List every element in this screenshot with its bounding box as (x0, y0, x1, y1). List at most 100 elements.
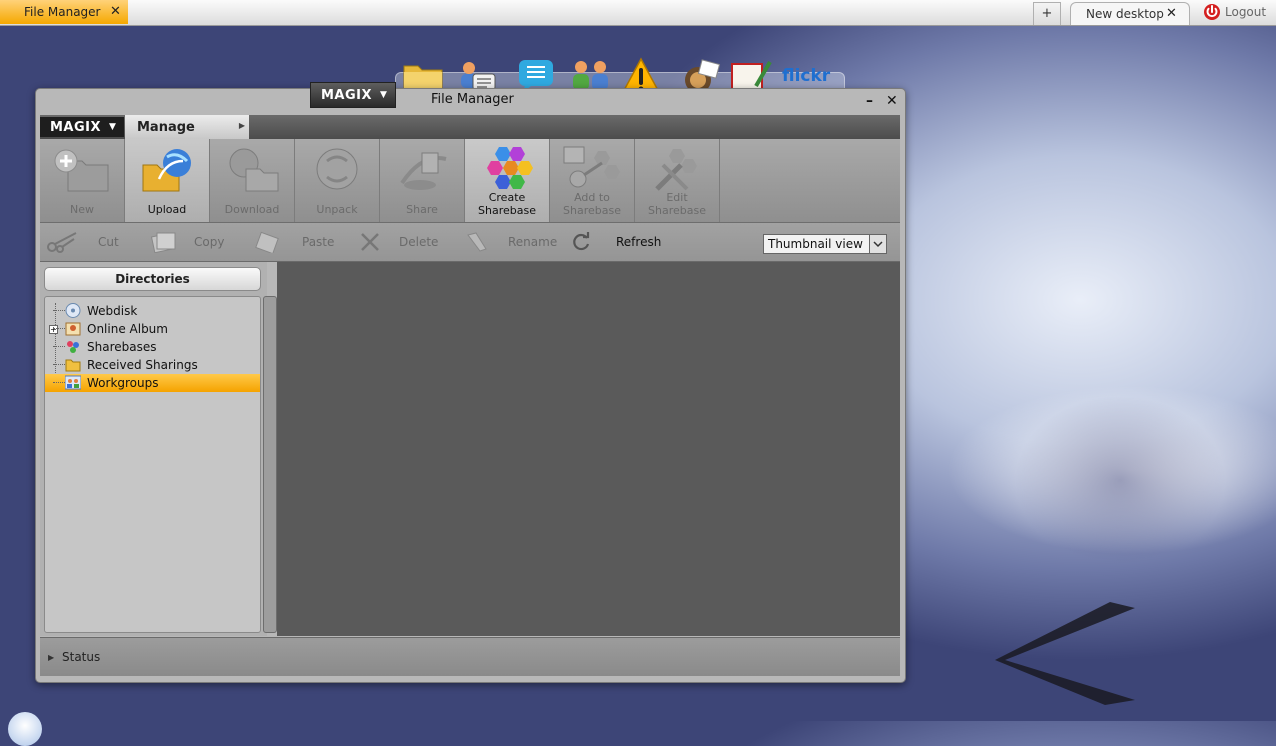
new-button[interactable]: New (40, 139, 125, 222)
cut-button[interactable]: Cut (46, 231, 119, 253)
directories-header[interactable]: Directories (44, 267, 261, 291)
tree-item-label: Sharebases (87, 340, 157, 354)
tab-desktop-close-icon[interactable]: ✕ (1166, 6, 1177, 21)
upload-button[interactable]: Upload (125, 139, 210, 222)
wallpaper-chevron (995, 602, 1135, 705)
new-folder-icon (54, 149, 109, 192)
new-tab-button[interactable]: + (1033, 2, 1061, 25)
tree-item-online-album[interactable]: + Online Album (45, 320, 260, 338)
tree-item-label: Online Album (87, 322, 168, 336)
ribbon: New Upload Download Unpack Share Create … (40, 139, 900, 223)
new-label: New (70, 203, 94, 216)
delete-label: Delete (399, 235, 439, 249)
tab-new-desktop-label: New desktop (1086, 7, 1164, 21)
paste-label: Paste (302, 235, 335, 249)
upload-label: Upload (147, 203, 187, 216)
copy-label: Copy (194, 235, 225, 249)
edit-sharebase-label-1: Edit (666, 191, 688, 204)
delete-x-icon (361, 233, 379, 251)
rename-button[interactable]: Rename (464, 231, 557, 253)
album-icon (65, 322, 81, 336)
edit-sharebase-label-2: Sharebase (648, 204, 706, 217)
sharebases-icon (67, 341, 79, 353)
magix-menu-logo: MAGIX (50, 119, 102, 135)
expand-icon[interactable]: + (49, 325, 58, 334)
chevron-down-icon[interactable] (869, 235, 886, 253)
tree-item-sharebases[interactable]: Sharebases (45, 338, 260, 356)
create-sharebase-label-1: Create (488, 191, 526, 204)
directory-tree: Webdisk + Online Album Sharebases Receiv… (44, 296, 261, 633)
chevron-down-icon: ▼ (380, 90, 387, 100)
menu-bar: MAGIX ▼ Manage ▶ (40, 115, 900, 139)
flickr-label: flickr (782, 66, 831, 86)
edit-toolbar: Cut Copy Paste Delete Rename Refresh Thu… (40, 223, 900, 262)
tab-new-desktop[interactable]: New desktop ✕ (1070, 2, 1190, 25)
add-to-sharebase-label-1: Add to (574, 191, 610, 204)
webdisk-icon (65, 303, 81, 318)
unpack-button[interactable]: Unpack (295, 139, 380, 222)
file-list-area[interactable] (277, 262, 900, 636)
manage-menu-label: Manage (137, 119, 195, 135)
tree-item-label: Received Sharings (87, 358, 198, 372)
create-sharebase-label-2: Sharebase (478, 204, 536, 217)
window-title: File Manager (431, 92, 514, 107)
upload-icon (142, 149, 191, 192)
workgroups-icon (65, 375, 81, 390)
window-brand-menu[interactable]: MAGIX ▼ (310, 82, 396, 108)
tree-connector (53, 382, 65, 383)
chevron-right-icon: ▶ (48, 653, 55, 662)
tab-close-icon[interactable]: ✕ (110, 4, 121, 19)
magix-logo: MAGIX (321, 87, 373, 103)
delete-button[interactable]: Delete (358, 231, 438, 253)
view-mode-select[interactable]: Thumbnail view (763, 234, 887, 254)
status-label: Status (62, 650, 101, 664)
tab-file-manager[interactable]: File Manager ✕ (0, 0, 128, 24)
copy-button[interactable]: Copy (149, 231, 224, 253)
sharebase-hexagons-icon (487, 147, 533, 189)
manage-menu[interactable]: Manage ▶ (125, 115, 249, 139)
paste-button[interactable]: Paste (254, 231, 334, 253)
unpack-icon (316, 148, 358, 190)
edit-sharebase-icon (655, 149, 697, 191)
desktop-wallpaper-tree (960, 330, 1276, 590)
tree-connector (53, 328, 65, 329)
chevron-right-icon: ▶ (238, 121, 245, 130)
tree-item-received-sharings[interactable]: Received Sharings (45, 356, 260, 374)
share-button[interactable]: Share (380, 139, 465, 222)
power-icon (1204, 4, 1220, 20)
paste-icon (255, 231, 279, 253)
view-mode-value: Thumbnail view (768, 237, 863, 251)
tree-item-webdisk[interactable]: Webdisk (45, 302, 260, 320)
folder-icon (65, 359, 81, 372)
share-icon (400, 152, 447, 190)
tree-item-workgroups[interactable]: Workgroups (45, 374, 260, 392)
refresh-button[interactable]: Refresh (570, 231, 661, 253)
download-label: Download (224, 203, 280, 216)
cut-label: Cut (98, 235, 119, 249)
tree-connector (53, 346, 65, 347)
window-close-button[interactable]: ✕ (886, 93, 898, 109)
add-to-sharebase-icon (563, 146, 620, 188)
logout-label: Logout (1225, 5, 1267, 19)
unpack-label: Unpack (316, 203, 358, 216)
download-icon (229, 148, 279, 192)
tree-item-label: Webdisk (87, 304, 138, 318)
status-bar[interactable]: ▶ Status (40, 637, 900, 676)
refresh-label: Refresh (616, 235, 662, 249)
minimize-button[interactable]: – (866, 93, 873, 109)
edit-sharebase-button[interactable]: Edit Sharebase (635, 139, 720, 222)
tree-connector (53, 364, 65, 365)
refresh-icon (573, 232, 590, 251)
panel-splitter[interactable] (263, 296, 277, 633)
create-sharebase-button[interactable]: Create Sharebase (465, 139, 550, 222)
copy-icon (150, 232, 176, 253)
start-orb-icon[interactable] (8, 712, 42, 746)
rename-icon (467, 232, 487, 252)
scissors-icon (47, 232, 77, 253)
download-button[interactable]: Download (210, 139, 295, 222)
add-to-sharebase-button[interactable]: Add to Sharebase (550, 139, 635, 222)
share-label: Share (406, 203, 438, 216)
tree-item-label: Workgroups (87, 376, 159, 390)
logout-button[interactable]: Logout (1203, 3, 1266, 21)
magix-menu-button[interactable]: MAGIX ▼ (40, 117, 124, 137)
